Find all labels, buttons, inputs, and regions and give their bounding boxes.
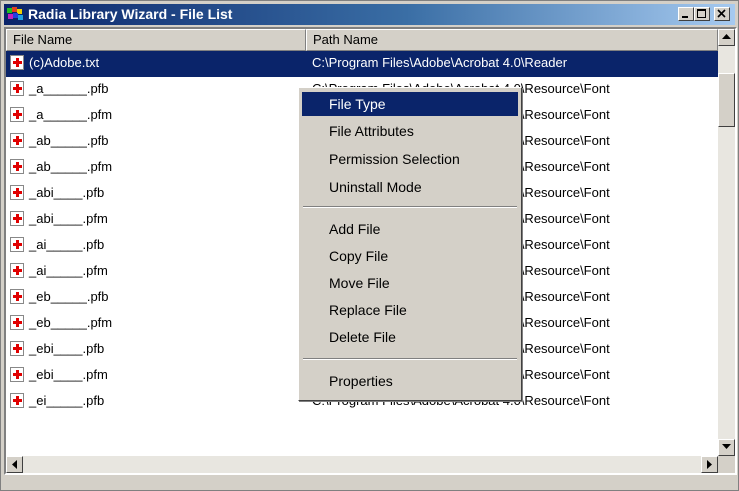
file-cross-icon	[10, 133, 24, 148]
file-cross-icon	[10, 159, 24, 174]
file-cross-icon	[10, 81, 24, 96]
file-name-cell[interactable]: _ei_____.pfb	[10, 393, 106, 408]
file-name-text: _abi____.pfm	[29, 211, 108, 226]
file-name-cell[interactable]: _ebi____.pfm	[10, 367, 110, 382]
size-grip[interactable]	[718, 456, 735, 473]
table-row[interactable]: (c)Adobe.txt C:\Program Files\Adobe\Acrob…	[6, 51, 718, 77]
minimize-button[interactable]	[678, 7, 694, 21]
file-name-text: _ebi____.pfb	[29, 341, 105, 356]
file-cross-icon	[10, 393, 24, 408]
file-name-cell[interactable]: _abi____.pfm	[10, 211, 110, 226]
horizontal-scrollbar[interactable]	[6, 456, 718, 473]
path-name-cell: C:\Program Files\Adobe\Acrobat 4.0\Reade…	[312, 55, 568, 70]
maximize-button[interactable]	[694, 7, 710, 21]
file-name-cell[interactable]: _ai_____.pfb	[10, 237, 106, 252]
file-name-text: _ebi____.pfm	[29, 367, 108, 382]
file-name-cell[interactable]: _eb_____.pfm	[10, 315, 114, 330]
file-cross-icon	[10, 185, 24, 200]
file-name-cell[interactable]: _ai_____.pfm	[10, 263, 110, 278]
scroll-right-button[interactable]	[701, 456, 718, 473]
list-header: File Name Path Name	[6, 29, 735, 51]
menu-item-uninstall-mode[interactable]: Uninstall Mode	[302, 175, 518, 199]
file-name-cell[interactable]: _a______.pfb	[10, 81, 111, 96]
file-cross-icon	[10, 237, 24, 252]
file-cross-icon	[10, 55, 24, 70]
file-name-cell[interactable]: _eb_____.pfb	[10, 289, 111, 304]
file-name-cell[interactable]: _ab_____.pfm	[10, 159, 114, 174]
column-header-file-name[interactable]: File Name	[6, 29, 306, 51]
menu-item-properties[interactable]: Properties	[302, 369, 518, 393]
menu-item-add-file[interactable]: Add File	[302, 217, 518, 241]
file-name-text: _ab_____.pfb	[29, 133, 109, 148]
file-name-text: _ei_____.pfb	[29, 393, 105, 408]
close-button[interactable]	[714, 7, 730, 21]
column-header-path-name[interactable]: Path Name	[306, 29, 718, 51]
file-cross-icon	[10, 341, 24, 356]
file-name-cell[interactable]: _abi____.pfb	[10, 185, 106, 200]
context-menu: File Type File Attributes Permission Sel…	[298, 87, 522, 401]
arrow-up-icon	[722, 34, 731, 39]
file-name-cell[interactable]: _a______.pfm	[10, 107, 114, 122]
file-cross-icon	[10, 107, 24, 122]
file-name-cell[interactable]: _ab_____.pfb	[10, 133, 111, 148]
file-name-text: _eb_____.pfb	[29, 289, 109, 304]
title-bar[interactable]: Radia Library Wizard - File List	[4, 4, 735, 25]
file-name-text: _a______.pfm	[29, 107, 113, 122]
file-cross-icon	[10, 289, 24, 304]
file-name-cell[interactable]: _ebi____.pfb	[10, 341, 106, 356]
menu-separator	[303, 358, 517, 360]
file-list-window: Radia Library Wizard - File List File Na…	[0, 0, 739, 491]
file-name-text: (c)Adobe.txt	[27, 55, 102, 70]
file-name-text: _a______.pfb	[29, 81, 109, 96]
menu-item-move-file[interactable]: Move File	[302, 271, 518, 295]
scroll-up-button[interactable]	[718, 29, 735, 46]
menu-item-delete-file[interactable]: Delete File	[302, 325, 518, 349]
menu-item-copy-file[interactable]: Copy File	[302, 244, 518, 268]
file-name-text: _ai_____.pfb	[29, 237, 105, 252]
file-name-text: _ai_____.pfm	[29, 263, 108, 278]
menu-separator	[303, 206, 517, 208]
menu-item-permission-selection[interactable]: Permission Selection	[302, 147, 518, 171]
file-cross-icon	[10, 263, 24, 278]
menu-item-file-attributes[interactable]: File Attributes	[302, 119, 518, 143]
file-cross-icon	[10, 211, 24, 226]
menu-item-replace-file[interactable]: Replace File	[302, 298, 518, 322]
scroll-down-button[interactable]	[718, 439, 735, 456]
file-cross-icon	[10, 315, 24, 330]
scroll-left-button[interactable]	[6, 456, 23, 473]
window-title: Radia Library Wizard - File List	[28, 6, 233, 22]
arrow-down-icon	[722, 444, 731, 449]
arrow-right-icon	[707, 460, 712, 469]
menu-item-file-type[interactable]: File Type	[302, 92, 518, 116]
file-name-text: _abi____.pfb	[29, 185, 105, 200]
app-icon	[7, 7, 23, 22]
file-name-cell[interactable]: (c)Adobe.txt	[10, 55, 102, 70]
file-name-text: _ab_____.pfm	[29, 159, 113, 174]
arrow-left-icon	[12, 460, 17, 469]
file-cross-icon	[10, 367, 24, 382]
file-name-text: _eb_____.pfm	[29, 315, 113, 330]
vertical-scroll-thumb[interactable]	[718, 73, 735, 127]
vertical-scrollbar[interactable]	[718, 29, 735, 456]
